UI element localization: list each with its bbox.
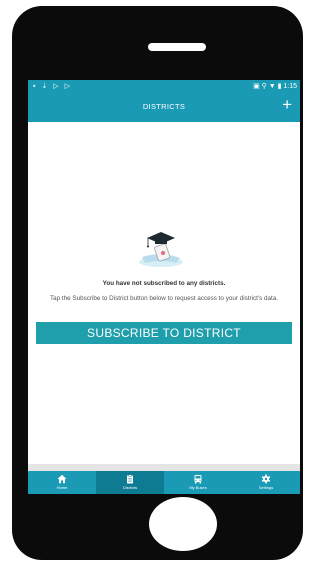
nav-districts-label: Districts: [122, 485, 138, 490]
bottom-nav: Home Districts My Buses Settings: [28, 471, 300, 494]
home-icon: [57, 474, 67, 484]
home-hardware-button[interactable]: [149, 497, 217, 551]
speaker-slot: [148, 43, 206, 51]
nav-settings[interactable]: Settings: [232, 471, 300, 494]
status-notification-icons: ▪ ⇣ ▷ ▷: [33, 83, 72, 90]
status-bar: ▪ ⇣ ▷ ▷ ▣ ⚲ ▼ ▮ 1:15: [28, 80, 300, 94]
nav-home[interactable]: Home: [28, 471, 96, 494]
gear-icon: [261, 474, 271, 484]
status-time: 1:15: [283, 83, 297, 90]
clipboard-icon: [127, 474, 133, 484]
nav-home-label: Home: [56, 485, 68, 490]
nav-settings-label: Settings: [258, 485, 274, 490]
empty-state-title: You have not subscribed to any districts…: [102, 280, 226, 287]
status-system-area: ▣ ⚲ ▼ ▮ 1:15: [253, 82, 297, 90]
status-system-icons: ▣ ⚲ ▼ ▮: [253, 83, 282, 90]
empty-state-message: Tap the Subscribe to District button bel…: [49, 295, 278, 302]
bus-icon: [194, 475, 202, 484]
page-title: DISTRICTS: [142, 102, 186, 111]
graduation-cap-icon: [139, 232, 183, 267]
app-bar: DISTRICTS +: [28, 94, 300, 122]
app-screen: ▪ ⇣ ▷ ▷ ▣ ⚲ ▼ ▮ 1:15 DISTRICTS + You hav…: [28, 80, 300, 494]
add-district-button[interactable]: +: [282, 95, 292, 115]
nav-my-buses-label: My Buses: [189, 485, 207, 490]
nav-districts[interactable]: Districts: [96, 471, 164, 494]
subscribe-to-district-button[interactable]: SUBSCRIBE TO DISTRICT: [36, 322, 292, 344]
nav-my-buses[interactable]: My Buses: [164, 471, 232, 494]
content-divider: [28, 464, 300, 471]
